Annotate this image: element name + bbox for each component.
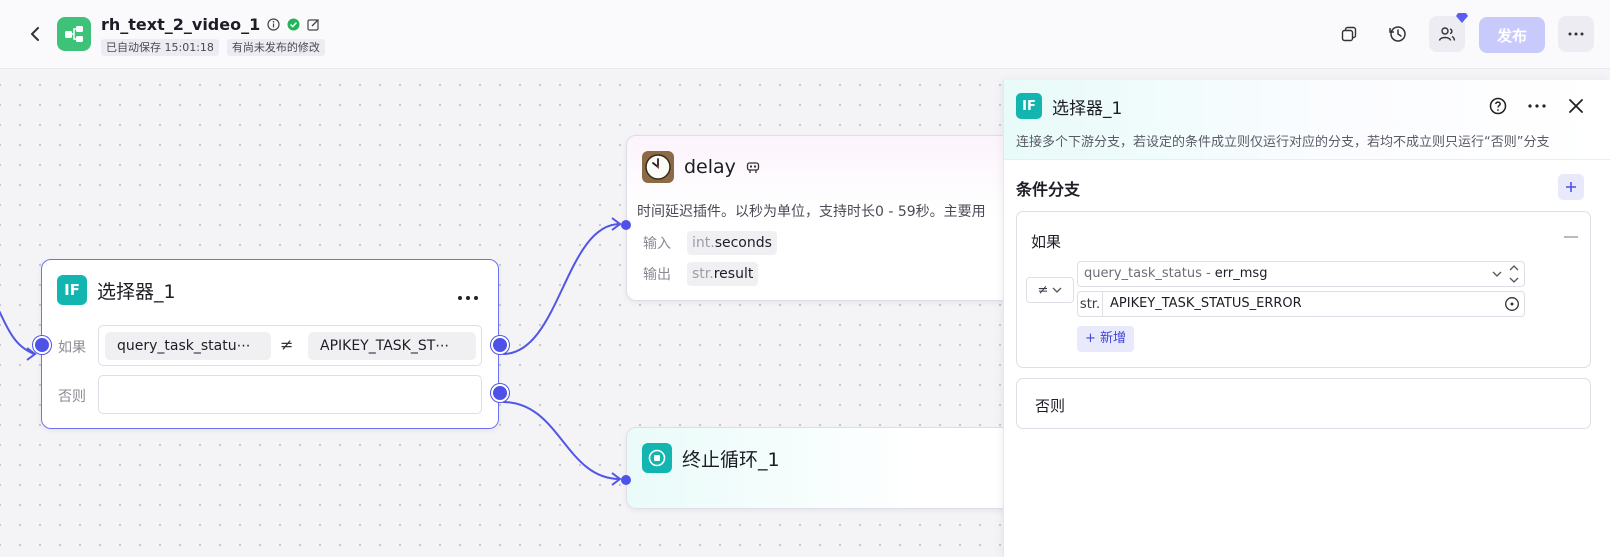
- add-condition-button[interactable]: + 新增: [1077, 326, 1135, 352]
- end-loop-input-port[interactable]: [621, 475, 631, 485]
- else-branch-card: 否则: [1016, 378, 1591, 429]
- more-icon: [1568, 32, 1584, 36]
- back-arrow-icon: [31, 27, 39, 41]
- info-icon[interactable]: [266, 18, 280, 32]
- variable-reference-icon[interactable]: [1504, 296, 1520, 312]
- back-button[interactable]: [24, 22, 46, 46]
- else-branch-output-port[interactable]: [491, 384, 509, 402]
- workflow-title: rh_text_2_video_1: [101, 15, 261, 34]
- compare-value: APIKEY_TASK_STATUS_ERROR: [1110, 296, 1302, 311]
- operator-symbol: ≠: [280, 335, 294, 354]
- stop-icon: [642, 443, 672, 473]
- panel-title: 选择器_1: [1052, 99, 1123, 119]
- copy-icon: [1341, 26, 1357, 42]
- delay-node[interactable]: delay 时间延迟插件。以秒为单位，支持时长0 - 59秒。主要用 输入 in…: [621, 135, 1003, 301]
- if-node-input-port[interactable]: [33, 336, 51, 354]
- variable-source: query_task_status -: [1084, 266, 1215, 281]
- else-condition-box[interactable]: [98, 375, 482, 414]
- unpublished-status: 有尚未发布的修改: [226, 39, 325, 56]
- delay-node-description: 时间延迟插件。以秒为单位，支持时长0 - 59秒。主要用: [637, 204, 986, 220]
- plugin-icon: [746, 162, 760, 173]
- order-stepper[interactable]: [1508, 265, 1520, 283]
- delay-output-param: str.result: [687, 262, 759, 286]
- panel-more-button[interactable]: [1525, 94, 1549, 118]
- if-node-more-button[interactable]: [457, 286, 479, 300]
- operator-select[interactable]: ≠: [1026, 277, 1074, 303]
- workflow-canvas[interactable]: IF 选择器_1 如果 query_task_statu⋯ ≠ APIKEY_T…: [0, 69, 1003, 557]
- edge-else-to-endloop: [502, 401, 621, 480]
- if-branch-title: 如果: [1031, 233, 1062, 251]
- clock-icon: [642, 151, 674, 183]
- if-node[interactable]: IF 选择器_1 如果 query_task_statu⋯ ≠ APIKEY_T…: [33, 259, 509, 429]
- chevron-up-icon: [1509, 265, 1519, 271]
- delay-input-param: int.seconds: [687, 231, 777, 255]
- publish-button[interactable]: 发布: [1479, 17, 1545, 53]
- edit-icon[interactable]: [306, 18, 320, 32]
- copy-button[interactable]: [1334, 19, 1364, 49]
- if-branch-output-port[interactable]: [491, 336, 509, 354]
- panel-node-icon: IF: [1016, 93, 1042, 119]
- check-circle-icon: [286, 18, 300, 32]
- delay-output-label: 输出: [643, 267, 671, 283]
- if-node-title: 选择器_1: [97, 280, 176, 303]
- more-icon: [458, 296, 478, 300]
- right-operand-chip: APIKEY_TASK_ST⋯: [308, 332, 476, 360]
- history-icon: [1389, 26, 1406, 42]
- end-loop-node-title: 终止循环_1: [682, 448, 780, 471]
- end-loop-node[interactable]: 终止循环_1: [621, 427, 1003, 509]
- condition-branches-title: 条件分支: [1016, 180, 1081, 199]
- history-button[interactable]: [1383, 19, 1413, 49]
- compare-value-input[interactable]: str. APIKEY_TASK_STATUS_ERROR: [1077, 291, 1525, 317]
- help-button[interactable]: [1486, 94, 1510, 118]
- else-branch-label: 否则: [58, 389, 86, 405]
- add-branch-button[interactable]: [1558, 174, 1584, 200]
- top-bar: rh_text_2_video_1 已自动保存 15:01:18 有尚未发布的修…: [0, 0, 1610, 69]
- value-type-label: str.: [1078, 292, 1103, 316]
- edge-if-to-delay: [502, 223, 621, 355]
- autosave-status: 已自动保存 15:01:18: [101, 39, 219, 56]
- chevron-down-icon: [1052, 287, 1062, 293]
- diamond-badge-icon: [1456, 13, 1468, 23]
- variable-field: err_msg: [1214, 266, 1268, 281]
- delay-node-input-port[interactable]: [621, 220, 631, 230]
- app-logo-icon: [57, 17, 91, 51]
- variable-select[interactable]: query_task_status - err_msg: [1077, 261, 1525, 287]
- collapse-icon[interactable]: [1564, 236, 1578, 238]
- panel-description: 连接多个下游分支，若设定的条件成立则仅运行对应的分支，若均不成立则只运行“否则”…: [1016, 135, 1550, 150]
- edge-incoming: [0, 310, 35, 355]
- operator-value: ≠: [1037, 282, 1049, 298]
- collaborators-icon: [1438, 27, 1456, 41]
- chevron-down-icon: [1492, 271, 1502, 277]
- help-icon: [1489, 97, 1507, 115]
- plus-icon: [1566, 182, 1576, 192]
- more-icon: [1528, 104, 1546, 108]
- else-branch-title: 否则: [1035, 397, 1066, 415]
- collaborators-button[interactable]: [1429, 13, 1468, 52]
- delay-node-title: delay: [684, 156, 736, 178]
- if-condition-box[interactable]: query_task_statu⋯ ≠ APIKEY_TASK_ST⋯: [98, 325, 482, 366]
- left-operand-chip: query_task_statu⋯: [105, 332, 271, 360]
- if-branch-label: 如果: [58, 340, 86, 356]
- chevron-down-icon: [1509, 277, 1519, 283]
- if-node-icon: IF: [57, 275, 87, 305]
- close-icon: [1569, 99, 1583, 113]
- more-menu-button[interactable]: [1558, 16, 1594, 52]
- delay-input-label: 输入: [643, 236, 671, 252]
- node-config-panel: IF 选择器_1 连接多个下游分支，若设定的条件成立则仅运行对应的分支，若均不成…: [1003, 80, 1610, 557]
- close-panel-button[interactable]: [1564, 94, 1588, 118]
- if-branch-card: 如果 ≠ query_task_status - err_msg str. AP…: [1016, 211, 1591, 368]
